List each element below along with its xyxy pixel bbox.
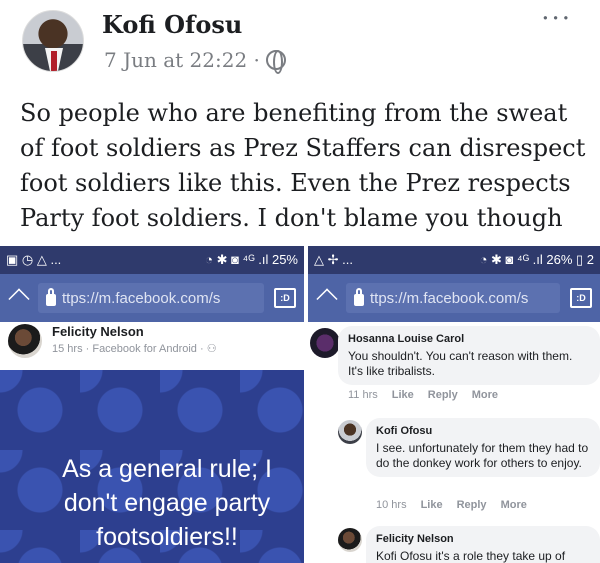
lock-icon: [46, 287, 56, 306]
commenter-avatar[interactable]: [338, 420, 362, 444]
post-timestamp[interactable]: 7 Jun at 22:22 ·: [104, 48, 260, 72]
author-name[interactable]: Kofi Ofosu: [102, 10, 242, 39]
globe-icon: [265, 50, 286, 74]
status-icons-left: △ ✢ ...: [314, 252, 353, 267]
comment-time: 11 hrs: [348, 389, 378, 401]
commenter-name[interactable]: Hosanna Louise Carol: [348, 332, 590, 347]
comment-text: I see. unfortunately for them they had t…: [376, 441, 589, 470]
poster-meta: 15 hrs · Facebook for Android · ⚇: [52, 343, 217, 355]
like-link[interactable]: Like: [392, 389, 414, 401]
poster-avatar[interactable]: [8, 324, 42, 358]
more-link[interactable]: More: [501, 499, 527, 511]
screenshot-right[interactable]: △ ✢ ... ◔ ✱ ◙ ⁴ᴳ .ıl 26% ▯ 2 ttps://m.fa…: [308, 246, 600, 563]
url-field[interactable]: ttps://m.facebook.com/s: [38, 283, 264, 313]
status-bar: △ ✢ ... ◔ ✱ ◙ ⁴ᴳ .ıl 26% ▯ 2: [308, 246, 600, 274]
home-icon[interactable]: [8, 289, 28, 307]
more-options-icon[interactable]: ···: [541, 4, 572, 34]
reply-link[interactable]: Reply: [457, 499, 487, 511]
url-text: ttps://m.facebook.com/s: [62, 289, 221, 307]
post-header: Kofi Ofosu 7 Jun at 22:22 · ···: [0, 0, 600, 90]
commenter-avatar[interactable]: [338, 528, 362, 552]
desktop-mode-icon[interactable]: :D: [570, 288, 592, 308]
url-field[interactable]: ttps://m.facebook.com/s: [346, 283, 560, 313]
comment-bubble: Hosanna Louise Carol You shouldn't. You …: [338, 326, 600, 385]
desktop-mode-icon[interactable]: :D: [274, 288, 296, 308]
status-icons-right: ◔ ✱ ◙ ⁴ᴳ .ıl 26% ▯ 2: [479, 252, 594, 267]
more-link[interactable]: More: [472, 389, 498, 401]
post-author-row: Felicity Nelson 15 hrs · Facebook for An…: [0, 322, 304, 368]
commenter-name[interactable]: Kofi Ofosu: [376, 424, 590, 439]
home-icon[interactable]: [316, 289, 336, 307]
commenter-name[interactable]: Felicity Nelson: [376, 532, 590, 547]
screenshot-left[interactable]: ▣ ◷ △ ... ◔ ✱ ◙ ⁴ᴳ .ıl 25% ttps://m.face…: [0, 246, 304, 563]
post-text: So people who are benefiting from the sw…: [20, 99, 586, 267]
status-bar: ▣ ◷ △ ... ◔ ✱ ◙ ⁴ᴳ .ıl 25%: [0, 246, 304, 274]
comment-text: You shouldn't. You can't reason with the…: [348, 349, 573, 378]
avatar-tie: [51, 51, 57, 71]
comment-actions: 11 hrs Like Reply More: [348, 389, 498, 401]
lock-icon: [354, 287, 364, 306]
commenter-avatar[interactable]: [310, 328, 340, 358]
poster-name[interactable]: Felicity Nelson: [52, 324, 144, 339]
comment-time: 10 hrs: [376, 499, 407, 511]
comment-bubble: Felicity Nelson Kofi Ofosu it's a role t…: [366, 526, 600, 563]
status-icons-right: ◔ ✱ ◙ ⁴ᴳ .ıl 25%: [205, 252, 298, 267]
status-icons-left: ▣ ◷ △ ...: [6, 252, 62, 267]
like-link[interactable]: Like: [421, 499, 443, 511]
author-avatar[interactable]: [22, 10, 84, 72]
comment-text: Kofi Ofosu it's a role they take up of: [376, 549, 566, 563]
url-text: ttps://m.facebook.com/s: [370, 289, 529, 307]
comment-bubble: Kofi Ofosu I see. unfortunately for them…: [366, 418, 600, 477]
browser-url-bar: ttps://m.facebook.com/s :D: [0, 274, 304, 322]
quote-text: As a general rule; I don't engage party …: [62, 455, 272, 551]
comment-actions: 10 hrs Like Reply More: [376, 499, 527, 511]
reply-link[interactable]: Reply: [428, 389, 458, 401]
browser-url-bar: ttps://m.facebook.com/s :D: [308, 274, 600, 322]
post-meta: 7 Jun at 22:22 ·: [104, 48, 286, 74]
